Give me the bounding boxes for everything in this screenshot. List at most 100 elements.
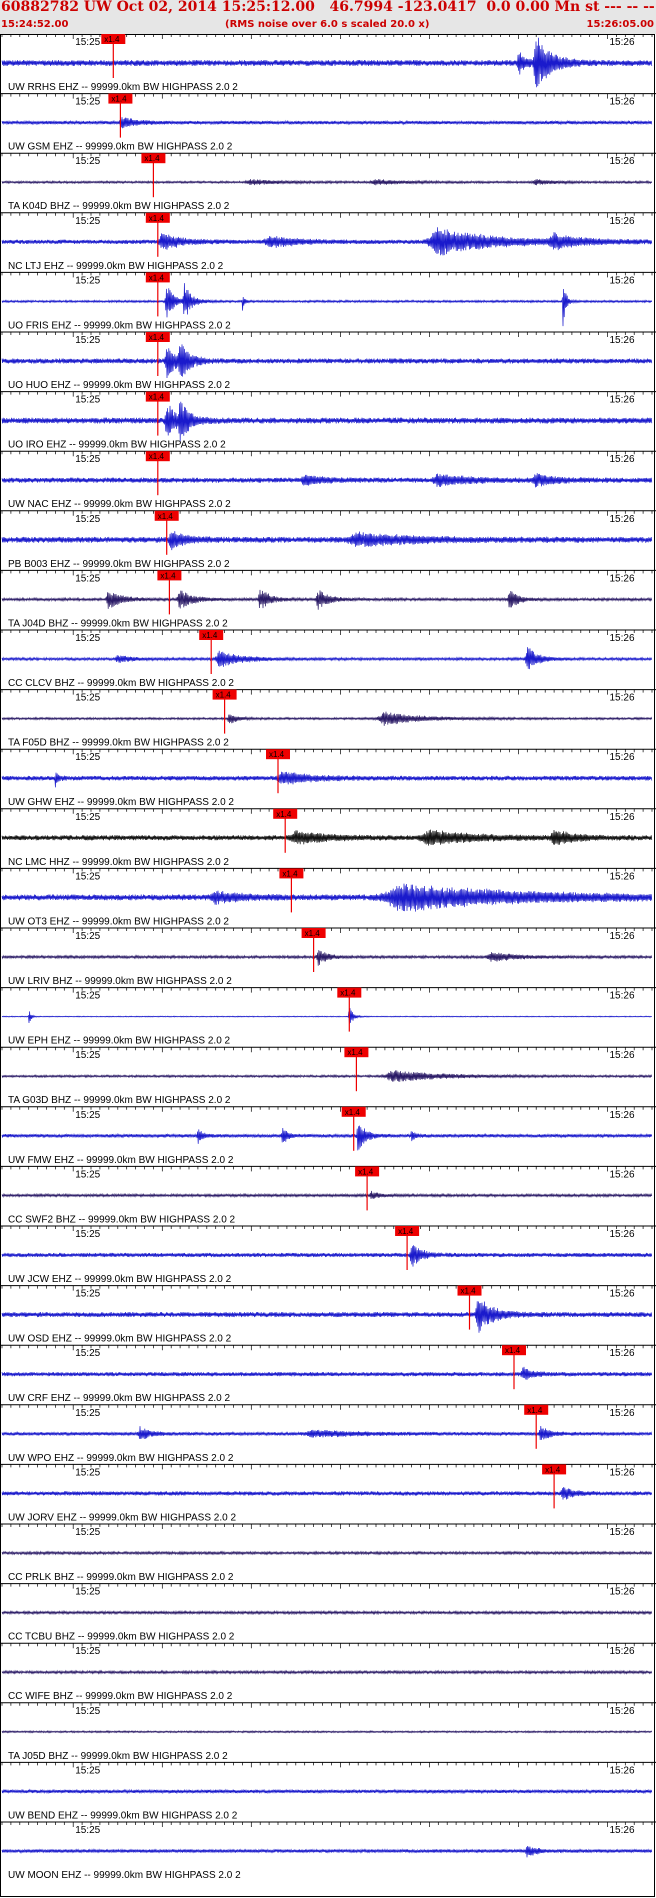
minute-tick-label: 15:26: [610, 1706, 635, 1717]
minute-tick-label: 15:25: [75, 573, 100, 584]
waveform-trace: [1, 711, 653, 726]
minute-tick-label: 15:26: [610, 1348, 635, 1359]
minute-tick-label: 15:26: [610, 1765, 635, 1776]
waveform-trace: [1, 1008, 653, 1024]
station-label: CC SWF2 BHZ -- 99999.0km BW HIGHPASS 2.0…: [8, 1214, 236, 1225]
pick-scale-label: x1.4: [305, 929, 321, 938]
waveform-trace: [1, 1125, 653, 1151]
station-label: UW NAC EHZ -- 99999.0km BW HIGHPASS 2.0 …: [8, 499, 231, 510]
station-label: UW LRIV BHZ -- 99999.0km BW HIGHPASS 2.0…: [8, 976, 232, 987]
waveform-trace: [1, 117, 653, 129]
station-label: NC LTJ EHZ -- 99999.0km BW HIGHPASS 2.0 …: [8, 261, 224, 272]
waveform-trace: [1, 1070, 653, 1082]
station-label: CC TCBU BHZ -- 99999.0km BW HIGHPASS 2.0…: [8, 1632, 235, 1643]
minute-tick-label: 15:25: [75, 1646, 100, 1657]
station-label: UW OSD EHZ -- 99999.0km BW HIGHPASS 2.0 …: [8, 1334, 232, 1345]
waveform-trace: [1, 344, 653, 379]
station-label: TA K04D BHZ -- 99999.0km BW HIGHPASS 2.0…: [8, 201, 230, 212]
pick-scale-label: x1.4: [149, 273, 165, 282]
minute-tick-label: 15:25: [75, 1825, 100, 1836]
station-label: PB B003 EHZ -- 99999.0km BW HIGHPASS 2.0…: [8, 559, 230, 570]
minute-tick-label: 15:25: [75, 931, 100, 942]
minute-tick-label: 15:25: [75, 1229, 100, 1240]
pick-scale-label: x1.4: [149, 393, 165, 402]
start-time-label: 15:24:52.00: [1, 19, 69, 30]
minute-tick-label: 15:25: [75, 1467, 100, 1478]
plot-border: [0, 34, 655, 1897]
minute-tick-label: 15:25: [75, 275, 100, 286]
minute-tick-label: 15:25: [75, 1765, 100, 1776]
minute-tick-label: 15:25: [75, 1289, 100, 1300]
pick-scale-label: x1.4: [358, 1167, 374, 1176]
minute-tick-label: 15:26: [610, 37, 635, 48]
minute-tick-label: 15:26: [610, 931, 635, 942]
waveform-trace: [1, 589, 653, 610]
waveform-trace: [1, 1730, 653, 1734]
minute-tick-label: 15:25: [75, 37, 100, 48]
pick-scale-label: x1.4: [269, 750, 285, 759]
station-label: TA G03D BHZ -- 99999.0km BW HIGHPASS 2.0…: [8, 1095, 231, 1106]
minute-tick-label: 15:26: [610, 97, 635, 108]
minute-tick-label: 15:25: [75, 991, 100, 1002]
waveform-trace: [1, 179, 653, 186]
minute-tick-label: 15:25: [75, 812, 100, 823]
waveform-trace: [1, 950, 653, 966]
minute-tick-label: 15:26: [610, 1825, 635, 1836]
minute-tick-label: 15:25: [75, 1706, 100, 1717]
station-label: UW OT3 EHZ -- 99999.0km BW HIGHPASS 2.0 …: [8, 916, 229, 927]
minute-tick-label: 15:26: [610, 156, 635, 167]
pick-scale-label: x1.4: [347, 1048, 363, 1057]
minute-tick-label: 15:26: [610, 1587, 635, 1598]
minute-tick-label: 15:26: [610, 216, 635, 227]
minute-tick-label: 15:26: [610, 335, 635, 346]
station-label: UW GSM EHZ -- 99999.0km BW HIGHPASS 2.0 …: [8, 142, 233, 153]
station-label: UW MOON EHZ -- 99999.0km BW HIGHPASS 2.0…: [8, 1870, 241, 1881]
minute-tick-label: 15:25: [75, 454, 100, 465]
minute-tick-label: 15:25: [75, 1050, 100, 1061]
waveform-trace: [1, 531, 653, 551]
minute-tick-label: 15:26: [610, 693, 635, 704]
minute-tick-label: 15:25: [75, 693, 100, 704]
minute-tick-label: 15:26: [610, 633, 635, 644]
rms-noise-note: (RMS noise over 6.0 s scaled 20.0 x): [225, 19, 430, 30]
station-label: CC PRLK BHZ -- 99999.0km BW HIGHPASS 2.0…: [8, 1572, 234, 1583]
minute-tick-label: 15:26: [610, 1646, 635, 1657]
waveform-trace: [1, 1788, 653, 1795]
minute-tick-label: 15:26: [610, 871, 635, 882]
pick-scale-label: x1.4: [104, 35, 120, 44]
minute-tick-label: 15:25: [75, 1587, 100, 1598]
pick-scale-label: x1.4: [158, 512, 174, 521]
plot-header: 60882782 UW Oct 02, 2014 15:25:12.00 46.…: [0, 0, 656, 34]
minute-tick-label: 15:25: [75, 633, 100, 644]
pick-scale-label: x1.4: [527, 1406, 543, 1415]
station-label: UW RRHS EHZ -- 99999.0km BW HIGHPASS 2.0…: [8, 82, 238, 93]
pick-scale-label: x1.4: [149, 214, 165, 223]
station-label: UW JORV EHZ -- 99999.0km BW HIGHPASS 2.0…: [8, 1512, 236, 1523]
waveform-trace: [1, 227, 653, 256]
minute-tick-label: 15:26: [610, 573, 635, 584]
waveform-trace: [1, 1190, 653, 1199]
waveform-trace: [1, 1366, 653, 1380]
pick-scale-label: x1.4: [282, 869, 298, 878]
station-label: CC WIFE BHZ -- 99999.0km BW HIGHPASS 2.0…: [8, 1691, 233, 1702]
minute-tick-label: 15:25: [75, 1527, 100, 1538]
pick-scale-label: x1.4: [461, 1287, 477, 1296]
waveform-trace: [1, 1425, 653, 1441]
end-time-label: 15:26:05.00: [586, 19, 654, 30]
seismogram-chart: 15:25 15:26 x1.4 UW RRHS EHZ -- 99999.0km B…: [0, 34, 656, 1897]
waveform-trace: [1, 1245, 653, 1267]
station-label: TA J04D BHZ -- 99999.0km BW HIGHPASS 2.0…: [8, 618, 228, 629]
pick-scale-label: x1.4: [149, 452, 165, 461]
waveform-trace: [1, 401, 653, 442]
station-label: UW EPH EHZ -- 99999.0km BW HIGHPASS 2.0 …: [8, 1036, 231, 1047]
minute-tick-label: 15:25: [75, 97, 100, 108]
minute-tick-label: 15:26: [610, 1408, 635, 1419]
minute-tick-label: 15:26: [610, 1110, 635, 1121]
minute-tick-label: 15:26: [610, 454, 635, 465]
waveform-trace: [1, 883, 653, 912]
station-label: UW WPO EHZ -- 99999.0km BW HIGHPASS 2.0 …: [8, 1453, 234, 1464]
minute-tick-label: 15:25: [75, 514, 100, 525]
station-label: UW FMW EHZ -- 99999.0km BW HIGHPASS 2.0 …: [8, 1155, 234, 1166]
waveform-trace: [1, 647, 653, 670]
station-label: NC LMC HHZ -- 99999.0km BW HIGHPASS 2.0 …: [8, 857, 229, 868]
